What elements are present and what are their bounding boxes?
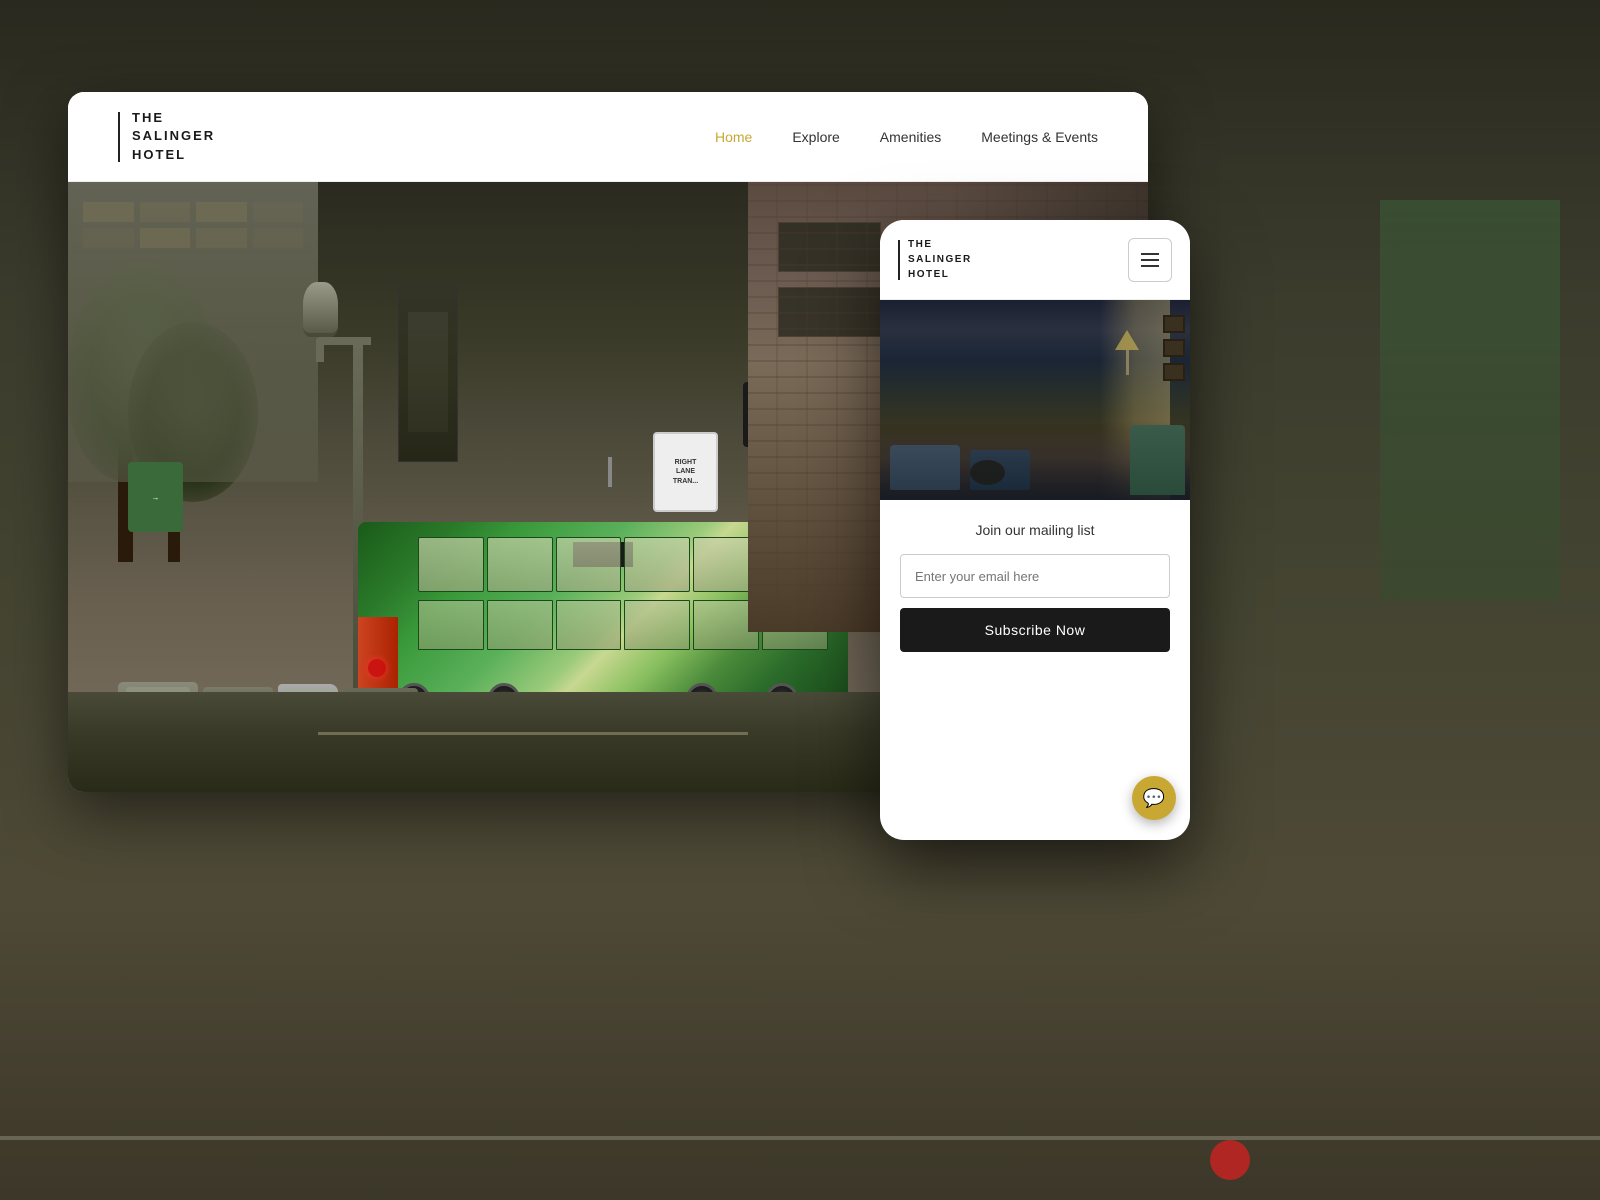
mobile-mailing-section: Join our mailing list Subscribe Now [880, 500, 1190, 674]
subscribe-button[interactable]: Subscribe Now [900, 608, 1170, 652]
nav-home[interactable]: Home [715, 129, 752, 145]
hamburger-line-1 [1141, 253, 1159, 255]
chat-bubble-button[interactable]: 💬 [1132, 776, 1176, 820]
table-surface [970, 460, 1005, 485]
mobile-interior-photo [880, 300, 1190, 500]
buildings-left [68, 182, 318, 482]
bg-street-lines [0, 1136, 1600, 1140]
hamburger-line-2 [1141, 259, 1159, 261]
logo-divider [118, 112, 120, 162]
desktop-nav: Home Explore Amenities Meetings & Events [715, 129, 1098, 145]
desktop-header: THE SALINGER HOTEL Home Explore Amenitie… [68, 92, 1148, 182]
hamburger-line-3 [1141, 265, 1159, 267]
sofa-left [890, 445, 960, 490]
desktop-logo-text: THE SALINGER HOTEL [132, 109, 215, 164]
mailing-title: Join our mailing list [900, 522, 1170, 538]
nav-meetings-events[interactable]: Meetings & Events [981, 129, 1098, 145]
table-lamp [1119, 330, 1135, 380]
mobile-header: THE SALINGER HOTEL [880, 220, 1190, 300]
wall-pictures [1163, 315, 1185, 381]
mobile-logo-area: THE SALINGER HOTEL [898, 237, 972, 282]
desktop-logo-area: THE SALINGER HOTEL [118, 109, 215, 164]
mobile-phone-window: THE SALINGER HOTEL [880, 220, 1190, 840]
lamp-arm [316, 337, 371, 362]
sofa-right [1130, 425, 1185, 495]
street-sign-left: → [128, 462, 183, 532]
bg-green-sign [1380, 200, 1560, 600]
lamp-globe [303, 282, 338, 337]
nav-amenities[interactable]: Amenities [880, 129, 941, 145]
mobile-logo-divider [898, 240, 900, 280]
ad-banner [398, 282, 458, 462]
bg-red-light [1210, 1140, 1250, 1180]
email-input[interactable] [900, 554, 1170, 598]
mobile-logo-text: THE SALINGER HOTEL [908, 237, 972, 282]
chat-icon: 💬 [1143, 788, 1165, 809]
nav-explore[interactable]: Explore [792, 129, 839, 145]
hamburger-button[interactable] [1128, 238, 1172, 282]
